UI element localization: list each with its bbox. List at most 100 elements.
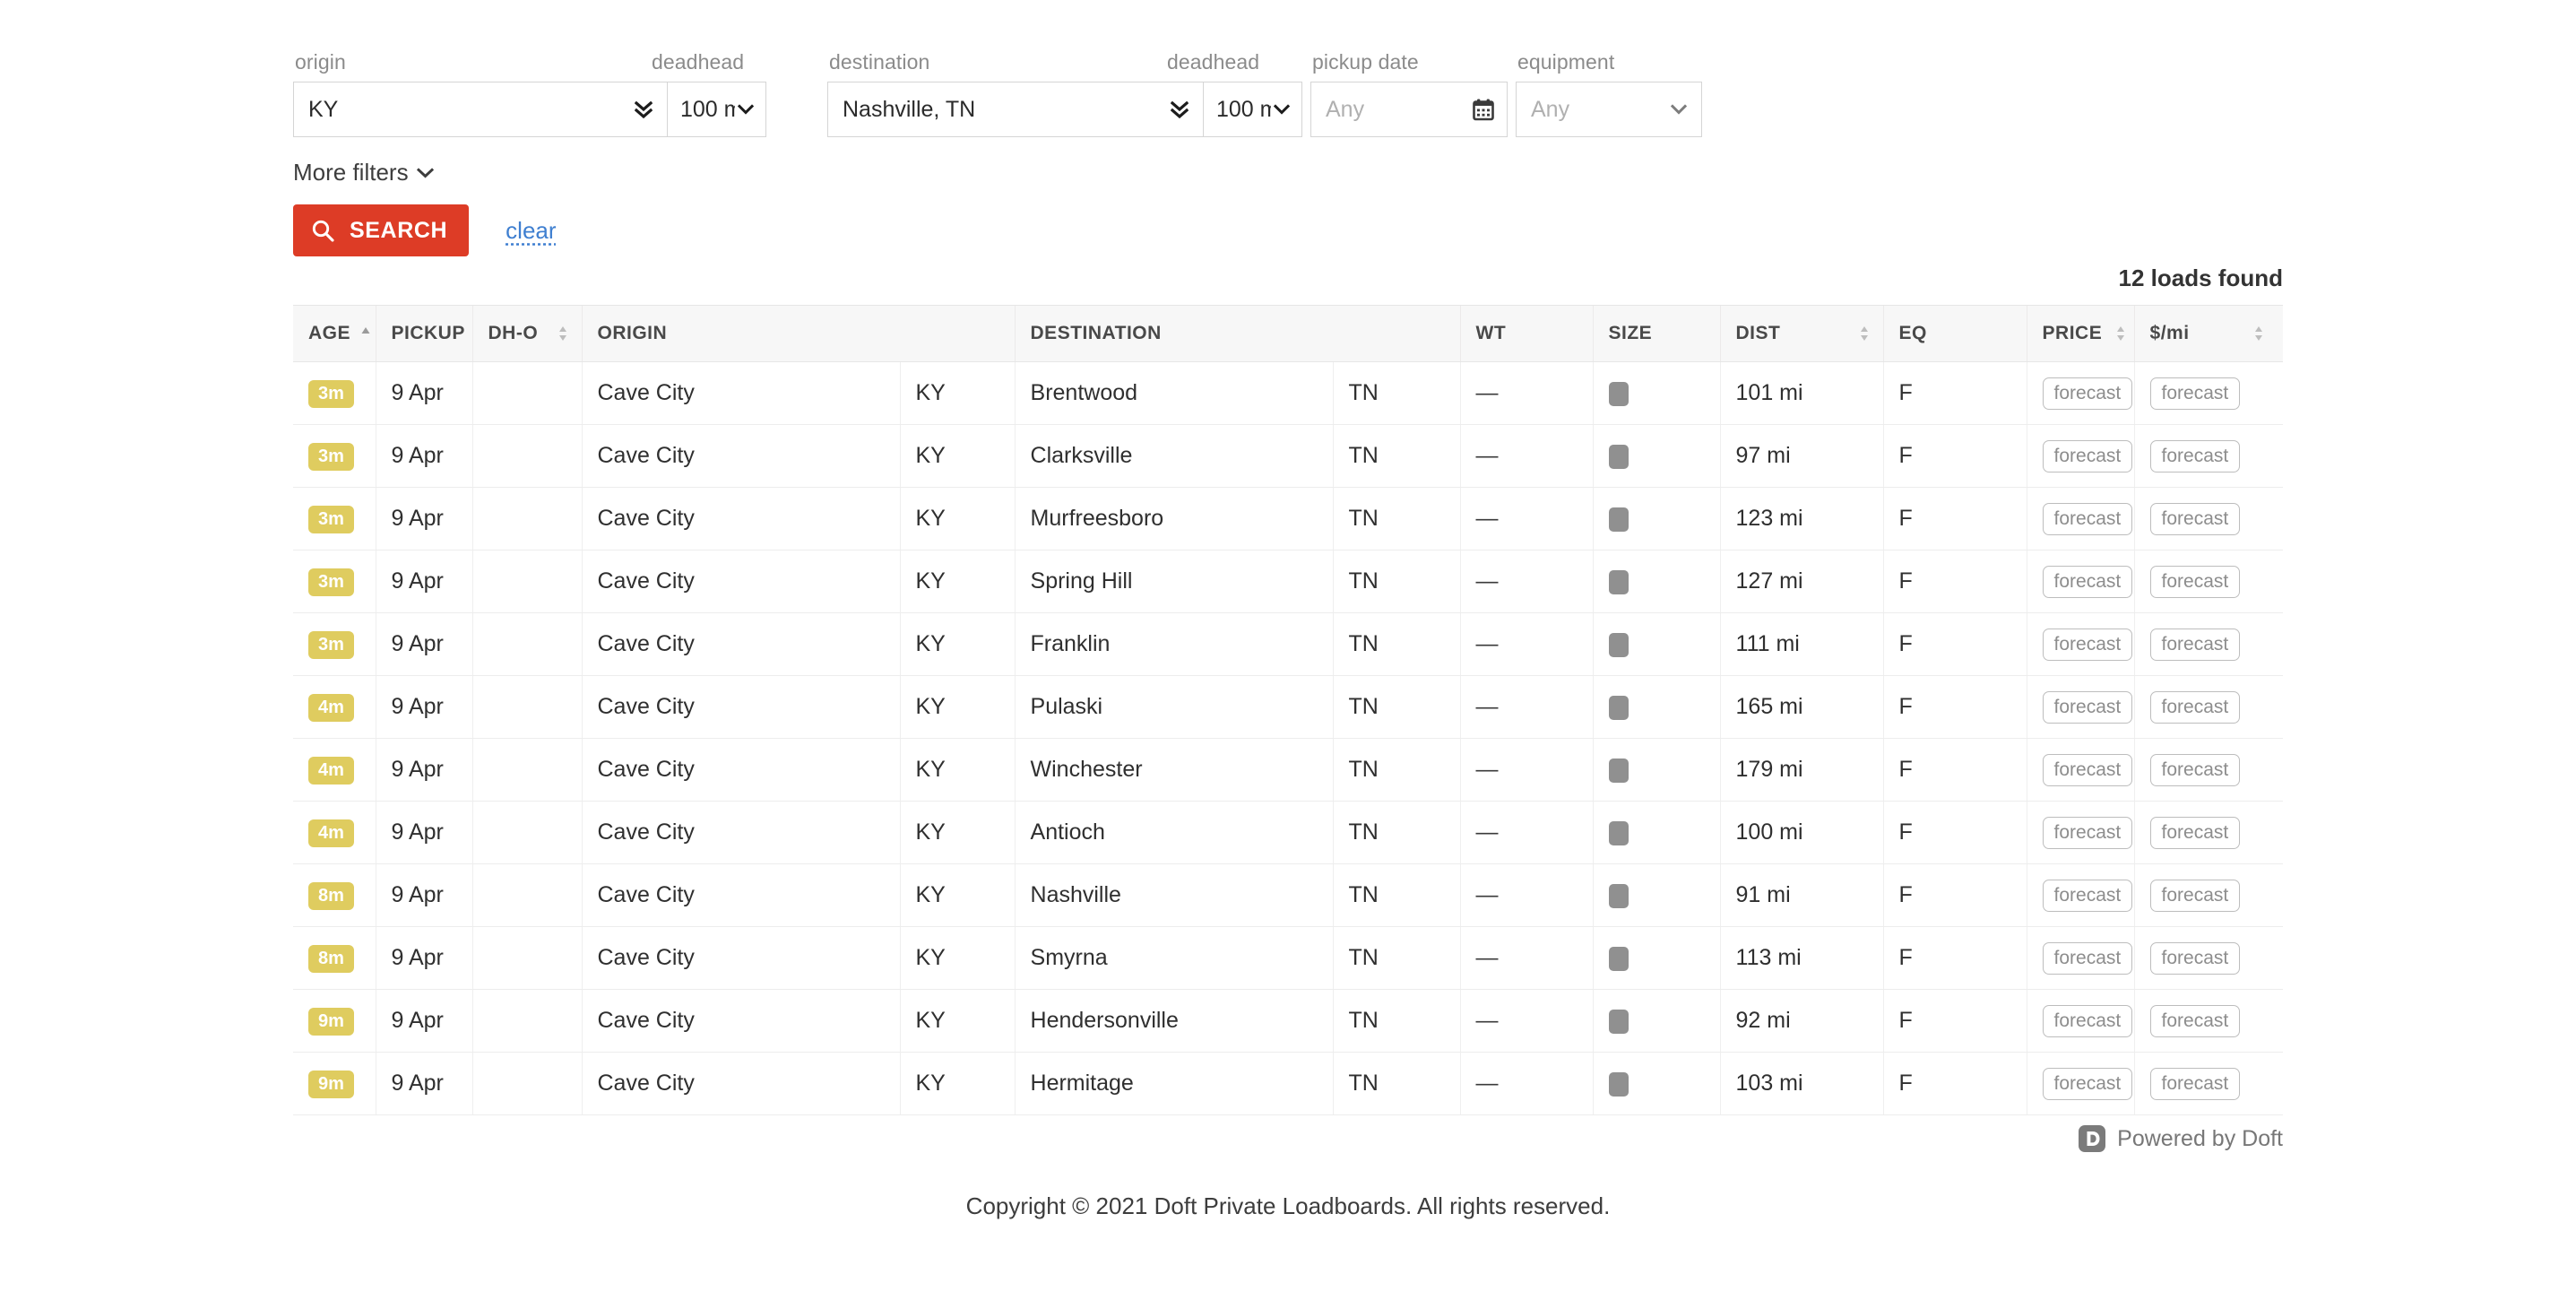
equipment-select[interactable]: Any bbox=[1516, 82, 1702, 137]
equipment-placeholder: Any bbox=[1531, 96, 1570, 122]
table-row[interactable]: 3m 9 Apr Cave City KY Franklin TN — 111 mi Ffore… bbox=[293, 612, 2284, 676]
permile-forecast-button[interactable]: forecast bbox=[2149, 753, 2241, 786]
clear-link[interactable]: clear bbox=[506, 217, 556, 245]
col-header-dist[interactable]: DIST bbox=[1719, 305, 1884, 362]
table-row[interactable]: 9m 9 Apr Cave City KY Hermitage TN — 103 mi Ffor… bbox=[293, 1052, 2284, 1115]
price-forecast-button[interactable]: forecast bbox=[2042, 565, 2133, 598]
cell-origin-city: Cave City bbox=[581, 612, 900, 676]
price-forecast-button[interactable]: forecast bbox=[2042, 690, 2133, 724]
cell-per-mile[interactable]: forecast bbox=[2133, 424, 2284, 488]
table-row[interactable]: 8m 9 Apr Cave City KY Nashville TN — 91 mi Ffore… bbox=[293, 863, 2284, 927]
permile-forecast-button[interactable]: forecast bbox=[2149, 565, 2241, 598]
origin-select[interactable]: KY bbox=[293, 82, 668, 137]
cell-price[interactable]: forecast bbox=[2026, 1052, 2135, 1115]
cell-origin-state: KY bbox=[899, 612, 1016, 676]
table-row[interactable]: 4m 9 Apr Cave City KY Antioch TN — 100 mi Fforec… bbox=[293, 801, 2284, 864]
pickup-date-input[interactable]: Any bbox=[1310, 82, 1508, 137]
cell-price[interactable]: forecast bbox=[2026, 989, 2135, 1053]
calendar-icon[interactable] bbox=[1473, 99, 1494, 121]
col-header-size[interactable]: SIZE bbox=[1592, 305, 1721, 362]
table-row[interactable]: 3m 9 Apr Cave City KY Brentwood TN — 101 mi Ffor… bbox=[293, 361, 2284, 425]
cell-per-mile[interactable]: forecast bbox=[2133, 989, 2284, 1053]
permile-forecast-button[interactable]: forecast bbox=[2149, 628, 2241, 661]
price-forecast-button[interactable]: forecast bbox=[2042, 377, 2133, 410]
col-header-eq[interactable]: EQ bbox=[1882, 305, 2027, 362]
table-row[interactable]: 3m 9 Apr Cave City KY Clarksville TN — 97 mi Ffo… bbox=[293, 424, 2284, 488]
permile-forecast-button[interactable]: forecast bbox=[2149, 690, 2241, 724]
deadhead-origin-value: 100 mi bbox=[680, 96, 735, 122]
col-header-permi[interactable]: $/mi bbox=[2133, 305, 2284, 362]
deadhead-destination-select[interactable]: 100 mi bbox=[1204, 82, 1302, 137]
table-row[interactable]: 4m 9 Apr Cave City KY Winchester TN — 179 mi Ffo… bbox=[293, 738, 2284, 802]
cell-destination-city: Franklin bbox=[1014, 612, 1334, 676]
price-forecast-button[interactable]: forecast bbox=[2042, 879, 2133, 912]
price-forecast-button[interactable]: forecast bbox=[2042, 1004, 2133, 1037]
price-forecast-button[interactable]: forecast bbox=[2042, 941, 2133, 975]
cell-price[interactable]: forecast bbox=[2026, 675, 2135, 739]
cell-per-mile[interactable]: forecast bbox=[2133, 361, 2284, 425]
deadhead-origin-select[interactable]: 100 mi bbox=[668, 82, 766, 137]
table-row[interactable]: 3m 9 Apr Cave City KY Murfreesboro TN — 123 mi F… bbox=[293, 487, 2284, 550]
cell-price[interactable]: forecast bbox=[2026, 863, 2135, 927]
col-header-destination[interactable]: DESTINATION bbox=[1014, 305, 1461, 362]
price-forecast-button[interactable]: forecast bbox=[2042, 628, 2133, 661]
age-badge: 8m bbox=[308, 944, 354, 973]
col-header-wt[interactable]: WT bbox=[1459, 305, 1594, 362]
permile-forecast-button[interactable]: forecast bbox=[2149, 1004, 2241, 1037]
permile-forecast-button[interactable]: forecast bbox=[2149, 816, 2241, 849]
chevron-double-down-icon bbox=[1171, 100, 1189, 119]
cell-price[interactable]: forecast bbox=[2026, 424, 2135, 488]
equipment-field-group: equipment Any bbox=[1508, 50, 1702, 137]
cell-price[interactable]: forecast bbox=[2026, 487, 2135, 550]
col-header-price[interactable]: PRICE bbox=[2026, 305, 2135, 362]
cell-age: 3m bbox=[293, 424, 376, 488]
price-forecast-button[interactable]: forecast bbox=[2042, 753, 2133, 786]
price-forecast-button[interactable]: forecast bbox=[2042, 439, 2133, 472]
cell-price[interactable]: forecast bbox=[2026, 801, 2135, 864]
table-row[interactable]: 9m 9 Apr Cave City KY Hendersonville TN — 92 mi… bbox=[293, 989, 2284, 1053]
cell-per-mile[interactable]: forecast bbox=[2133, 926, 2284, 990]
cell-per-mile[interactable]: forecast bbox=[2133, 487, 2284, 550]
permile-forecast-button[interactable]: forecast bbox=[2149, 879, 2241, 912]
price-forecast-button[interactable]: forecast bbox=[2042, 816, 2133, 849]
col-header-age[interactable]: AGE bbox=[293, 305, 376, 362]
cell-per-mile[interactable]: forecast bbox=[2133, 550, 2284, 613]
cell-age: 3m bbox=[293, 487, 376, 550]
cell-per-mile[interactable]: forecast bbox=[2133, 863, 2284, 927]
cell-per-mile[interactable]: forecast bbox=[2133, 801, 2284, 864]
permile-forecast-button[interactable]: forecast bbox=[2149, 377, 2241, 410]
price-forecast-button[interactable]: forecast bbox=[2042, 1067, 2133, 1100]
pickup-date-placeholder: Any bbox=[1326, 96, 1365, 122]
age-badge: 9m bbox=[308, 1007, 354, 1036]
cell-per-mile[interactable]: forecast bbox=[2133, 675, 2284, 739]
col-header-pickup[interactable]: PICKUP bbox=[375, 305, 472, 362]
cell-price[interactable]: forecast bbox=[2026, 738, 2135, 802]
cell-origin-state: KY bbox=[899, 1052, 1016, 1115]
more-filters-toggle[interactable]: More filters bbox=[293, 159, 434, 186]
destination-select[interactable]: Nashville, TN bbox=[827, 82, 1204, 137]
cell-distance: 100 mi bbox=[1719, 801, 1884, 864]
table-row[interactable]: 8m 9 Apr Cave City KY Smyrna TN — 113 mi Fforeca… bbox=[293, 926, 2284, 990]
search-button[interactable]: SEARCH bbox=[293, 204, 470, 256]
cell-per-mile[interactable]: forecast bbox=[2133, 1052, 2284, 1115]
cell-price[interactable]: forecast bbox=[2026, 361, 2135, 425]
permile-forecast-button[interactable]: forecast bbox=[2149, 1067, 2241, 1100]
table-row[interactable]: 3m 9 Apr Cave City KY Spring Hill TN — 127 mi Ff… bbox=[293, 550, 2284, 613]
cell-equipment: F bbox=[1882, 989, 2027, 1053]
cell-price[interactable]: forecast bbox=[2026, 926, 2135, 990]
cell-weight: — bbox=[1459, 738, 1594, 802]
cell-per-mile[interactable]: forecast bbox=[2133, 612, 2284, 676]
size-placeholder-icon bbox=[1608, 507, 1629, 532]
cell-price[interactable]: forecast bbox=[2026, 550, 2135, 613]
permile-forecast-button[interactable]: forecast bbox=[2149, 941, 2241, 975]
cell-per-mile[interactable]: forecast bbox=[2133, 738, 2284, 802]
col-header-origin[interactable]: ORIGIN bbox=[581, 305, 1016, 362]
permile-forecast-button[interactable]: forecast bbox=[2149, 502, 2241, 535]
cell-price[interactable]: forecast bbox=[2026, 612, 2135, 676]
price-forecast-button[interactable]: forecast bbox=[2042, 502, 2133, 535]
col-header-destination-label: DESTINATION bbox=[1030, 323, 1162, 343]
permile-forecast-button[interactable]: forecast bbox=[2149, 439, 2241, 472]
col-header-dho[interactable]: DH-O bbox=[471, 305, 582, 362]
cell-size bbox=[1592, 487, 1721, 550]
table-row[interactable]: 4m 9 Apr Cave City KY Pulaski TN — 165 mi Fforec… bbox=[293, 675, 2284, 739]
